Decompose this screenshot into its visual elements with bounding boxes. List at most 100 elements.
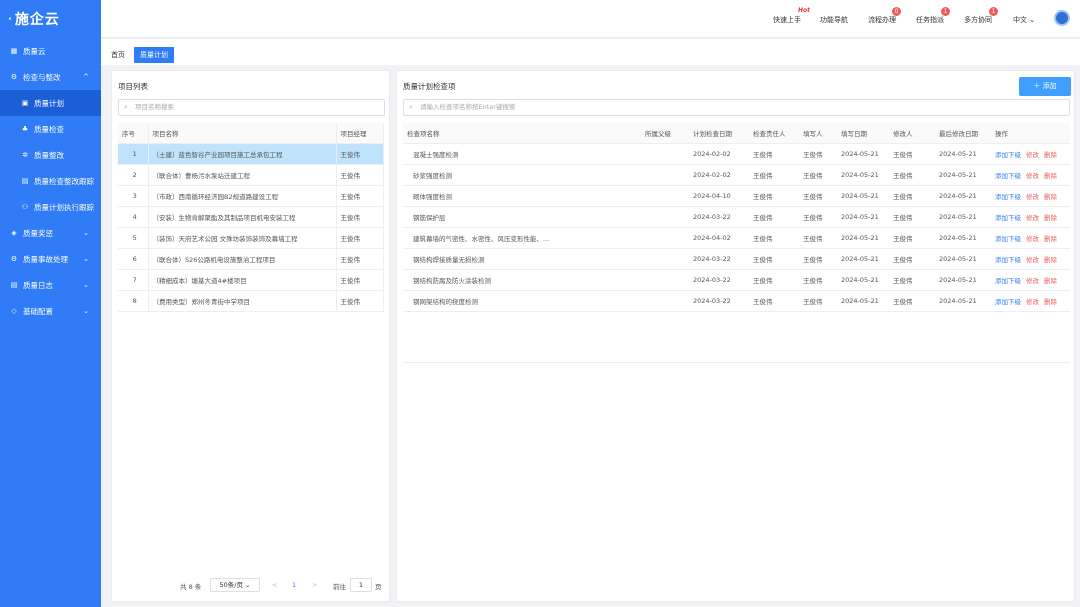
delete-button[interactable]: 删除 (1044, 172, 1057, 180)
table-cell (641, 269, 689, 291)
sidebar-item-2[interactable]: ▣ 质量计划 (0, 90, 101, 116)
add-sub-button[interactable]: 添加下级 (995, 172, 1021, 180)
table-row[interactable]: 钢筋保护层 2024-03-22 王俊伟 王俊伟 2024-05-21 王俊伟 2024-0… (403, 206, 1070, 228)
page-size-select[interactable]: 50条/页 ⌄ (210, 578, 260, 592)
column-header: 修改人 (889, 123, 935, 144)
sidebar-item-8[interactable]: ⚙ 质量事故处理 ⌄ (0, 246, 101, 272)
table-cell: （费用类型）郑州冬青街中学项目 (148, 290, 337, 312)
language-select[interactable]: 中文 ⌄ (1013, 15, 1035, 25)
table-row[interactable]: 7 （精细成本）塘基大道4#楼项目 王俊伟 (118, 269, 384, 291)
process-link[interactable]: 流程办理 (868, 15, 896, 25)
table-cell: 王俊伟 (336, 290, 384, 312)
table-cell: 建筑幕墙的气密性、水密性、风压变形性能、... (403, 227, 641, 249)
delete-button[interactable]: 删除 (1044, 193, 1057, 201)
sidebar-item-label: 质量整改 (34, 150, 64, 160)
edit-button[interactable]: 修改 (1026, 298, 1039, 306)
function-nav-link[interactable]: 功能导航 (820, 15, 848, 25)
project-search-input[interactable]: ⌕ 项目名称搜索 (118, 99, 385, 116)
table-cell (641, 227, 689, 249)
table-cell: 2024-03-22 (689, 290, 749, 312)
delete-button[interactable]: 删除 (1044, 277, 1057, 285)
add-sub-button[interactable]: 添加下级 (995, 151, 1021, 159)
user-avatar[interactable] (1054, 10, 1070, 26)
goto-label: 前往 (333, 583, 346, 591)
edit-button[interactable]: 修改 (1026, 235, 1039, 243)
table-cell: 2024-05-21 (935, 248, 991, 270)
sidebar-item-10[interactable]: ◇ 基础配置 ⌄ (0, 298, 101, 324)
delete-button[interactable]: 删除 (1044, 151, 1057, 159)
table-cell: 王俊伟 (889, 227, 935, 249)
table-cell: 王俊伟 (749, 206, 799, 228)
edit-button[interactable]: 修改 (1026, 214, 1039, 222)
sidebar-item-7[interactable]: ◈ 质量奖惩 ⌄ (0, 220, 101, 246)
add-sub-button[interactable]: 添加下级 (995, 235, 1021, 243)
col-index: 序号 (118, 123, 149, 144)
actions-cell: 添加下级 修改 删除 (991, 290, 1070, 312)
add-sub-button[interactable]: 添加下级 (995, 256, 1021, 264)
sidebar-item-9[interactable]: ▤ 质量日志 ⌄ (0, 272, 101, 298)
edit-button[interactable]: 修改 (1026, 172, 1039, 180)
check-items-title: 质量计划检查项 (403, 82, 456, 91)
table-row[interactable]: 混凝土强度检测 2024-02-02 王俊伟 王俊伟 2024-05-21 王俊伟 2024… (403, 143, 1070, 165)
delete-button[interactable]: 删除 (1044, 214, 1057, 222)
delete-button[interactable]: 删除 (1044, 256, 1057, 264)
table-bottom-divider (403, 362, 1070, 363)
language-label: 中文 (1013, 16, 1027, 24)
table-row[interactable]: 砂浆强度检测 2024-02-02 王俊伟 王俊伟 2024-05-21 王俊伟 2024-… (403, 164, 1070, 186)
add-sub-button[interactable]: 添加下级 (995, 277, 1021, 285)
table-row[interactable]: 钢结构焊接质量无损检测 2024-03-22 王俊伟 王俊伟 2024-05-21 王俊伟… (403, 248, 1070, 270)
table-cell: 王俊伟 (799, 290, 837, 312)
table-row[interactable]: 1 （土建）蓝色智谷产业园项目施工总承包工程 王俊伟 (118, 143, 384, 165)
edit-button[interactable]: 修改 (1026, 151, 1039, 159)
table-row[interactable]: 5 （装饰）天府艺术公园 文殊坊装饰装饰及幕墙工程 王俊伟 (118, 227, 384, 249)
table-cell: 砌体强度检测 (403, 185, 641, 207)
chevron-icon: ⌄ (83, 281, 89, 289)
sidebar-item-6[interactable]: ⚇ 质量计划执行跟踪 (0, 194, 101, 220)
sidebar-item-0[interactable]: ▦ 质量云 (0, 38, 101, 64)
add-sub-button[interactable]: 添加下级 (995, 214, 1021, 222)
sidebar-item-4[interactable]: ✲ 质量整改 (0, 142, 101, 168)
table-row[interactable]: 8 （费用类型）郑州冬青街中学项目 王俊伟 (118, 290, 384, 312)
add-check-item-button[interactable]: ＋ 添加 (1019, 77, 1071, 96)
edit-button[interactable]: 修改 (1026, 193, 1039, 201)
sidebar-item-5[interactable]: ▤ 质量检查整改跟踪 (0, 168, 101, 194)
add-sub-button[interactable]: 添加下级 (995, 298, 1021, 306)
table-row[interactable]: 6 （联合体）S26公路机电设施整治工程项目 王俊伟 (118, 248, 384, 270)
task-assign-link[interactable]: 任务指派 (916, 15, 944, 25)
add-sub-button[interactable]: 添加下级 (995, 193, 1021, 201)
table-row[interactable]: 2 （联合体）曹杨污水泵站迁建工程 王俊伟 (118, 164, 384, 186)
quick-start-link[interactable]: 快速上手 (773, 15, 801, 25)
table-row[interactable]: 钢网架结构的挠度检测 2024-03-22 王俊伟 王俊伟 2024-05-21 王俊伟 2… (403, 290, 1070, 312)
table-row[interactable]: 3 （市政）西南循环经济园B2规道路建设工程 王俊伟 (118, 185, 384, 207)
check-items-table: 检查项名称 所属父级 计划检查日期 检查责任人 填写人 填写日期 修改人 最后修改日期 操作 混… (403, 123, 1070, 312)
table-row[interactable]: 砌体强度检测 2024-04-10 王俊伟 王俊伟 2024-05-21 王俊伟 2024-… (403, 185, 1070, 207)
table-cell: 2024-05-21 (935, 290, 991, 312)
delete-button[interactable]: 删除 (1044, 298, 1057, 306)
next-page-button[interactable]: > (312, 581, 317, 589)
table-cell: 8 (118, 290, 149, 312)
sidebar-item-3[interactable]: ♣ 质量检查 (0, 116, 101, 142)
edit-button[interactable]: 修改 (1026, 256, 1039, 264)
table-cell: 王俊伟 (749, 290, 799, 312)
table-cell: 王俊伟 (749, 269, 799, 291)
sidebar-item-1[interactable]: ⚙ 检查与整改 ^ (0, 64, 101, 90)
table-row[interactable]: 建筑幕墙的气密性、水密性、风压变形性能、... 2024-04-02 王俊伟 王俊伟 2… (403, 227, 1070, 249)
edit-button[interactable]: 修改 (1026, 277, 1039, 285)
check-item-search-input[interactable]: ⌕ 请输入检查项名称按Enter键搜索 (403, 99, 1070, 116)
gear-icon: ✲ (22, 151, 28, 159)
table-cell: 2 (118, 164, 149, 186)
delete-button[interactable]: 删除 (1044, 235, 1057, 243)
table-cell: 混凝土强度检测 (403, 143, 641, 165)
table-row[interactable]: 4 （安装）生物肯解聚酯及其制品项目机电安装工程 王俊伟 (118, 206, 384, 228)
goto-page-input[interactable]: 1 (350, 578, 372, 592)
app-logo[interactable]: · 施企云 (0, 0, 101, 38)
table-cell: 7 (118, 269, 149, 291)
page-1-button[interactable]: 1 (292, 581, 296, 589)
table-cell: 4 (118, 206, 149, 228)
tab-quality-plan[interactable]: 质量计划 (134, 47, 174, 63)
prev-page-button[interactable]: < (272, 581, 277, 589)
collab-link[interactable]: 多方协同 (964, 15, 992, 25)
gear-icon: ⚙ (10, 255, 18, 263)
table-row[interactable]: 钢结构防腐及防火涂装检测 2024-03-22 王俊伟 王俊伟 2024-05-21 王俊… (403, 269, 1070, 291)
tab-home[interactable]: 首页 (105, 47, 131, 63)
